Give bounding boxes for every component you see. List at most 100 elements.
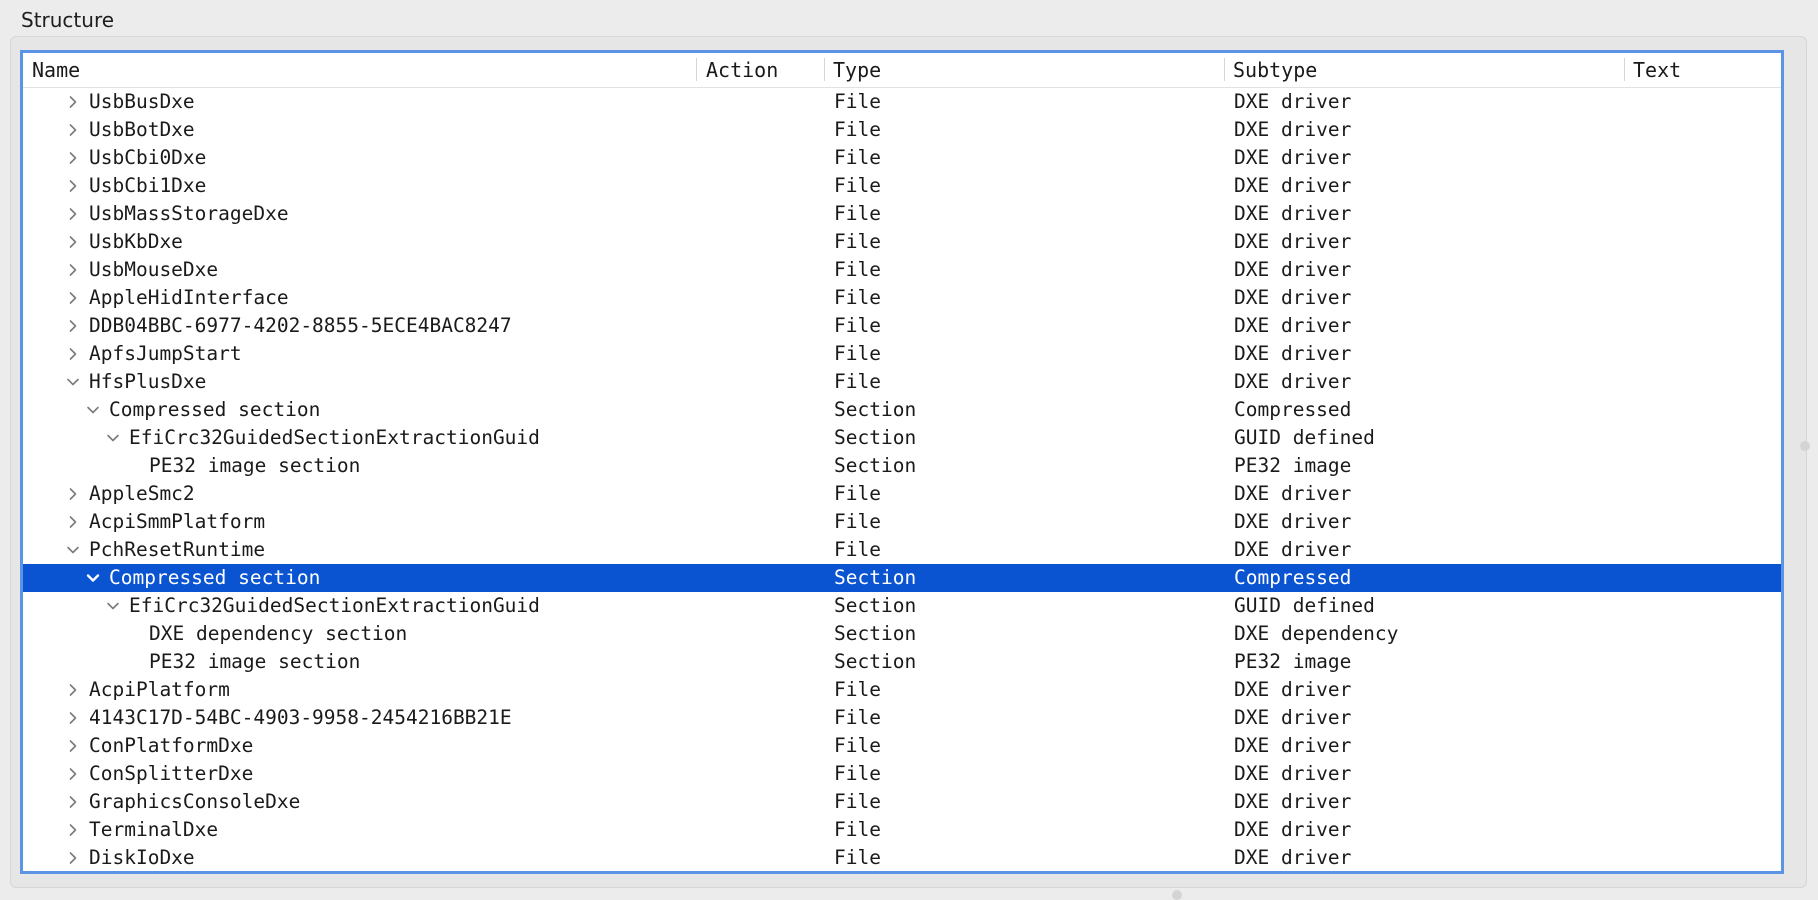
column-header-subtype[interactable]: Subtype — [1233, 53, 1317, 87]
chevron-right-icon[interactable] — [63, 200, 83, 228]
column-divider[interactable] — [696, 58, 697, 81]
tree-row[interactable]: TerminalDxe File DXE driver — [23, 816, 1781, 844]
tree-row[interactable]: UsbBusDxe File DXE driver — [23, 88, 1781, 116]
chevron-right-icon[interactable] — [63, 676, 83, 704]
chevron-right-icon[interactable] — [63, 144, 83, 172]
chevron-right-icon[interactable] — [63, 760, 83, 788]
chevron-right-icon[interactable] — [63, 116, 83, 144]
chevron-right-icon[interactable] — [63, 340, 83, 368]
row-name: DiskIoDxe — [89, 846, 195, 869]
row-name: PE32 image section — [149, 454, 361, 477]
chevron-right-icon[interactable] — [63, 704, 83, 732]
row-subtype: DXE driver — [1234, 846, 1352, 869]
splitter-handle[interactable] — [1800, 441, 1810, 451]
tree-row[interactable]: UsbCbi1Dxe File DXE driver — [23, 172, 1781, 200]
row-name: ApfsJumpStart — [89, 342, 242, 365]
row-subtype: DXE driver — [1234, 286, 1352, 309]
chevron-right-icon[interactable] — [63, 228, 83, 256]
chevron-down-icon[interactable] — [83, 564, 103, 592]
row-type: File — [834, 370, 881, 393]
row-name: AcpiSmmPlatform — [89, 510, 266, 533]
tree-row[interactable]: DXE dependency section Section DXE depende… — [23, 620, 1781, 648]
chevron-right-icon[interactable] — [63, 256, 83, 284]
row-type: Section — [834, 594, 917, 617]
tree-row[interactable]: AcpiPlatform File DXE driver — [23, 676, 1781, 704]
chevron-down-icon[interactable] — [63, 536, 83, 564]
column-divider[interactable] — [1624, 58, 1625, 81]
tree-row[interactable]: PE32 image section Section PE32 image — [23, 648, 1781, 676]
row-name: 4143C17D-54BC-4903-9958-2454216BB21E — [89, 706, 512, 729]
chevron-down-icon[interactable] — [83, 396, 103, 424]
tree-row[interactable]: 4143C17D-54BC-4903-9958-2454216BB21E File… — [23, 704, 1781, 732]
chevron-right-icon[interactable] — [63, 312, 83, 340]
chevron-down-icon[interactable] — [63, 368, 83, 396]
tree-row[interactable]: Compressed section Section Compressed — [23, 396, 1781, 424]
row-type: File — [834, 482, 881, 505]
row-type: Section — [834, 398, 917, 421]
chevron-right-icon[interactable] — [63, 88, 83, 116]
tree-row[interactable]: Compressed section Section Compressed — [23, 564, 1781, 592]
row-name: UsbKbDxe — [89, 230, 183, 253]
chevron-right-icon[interactable] — [63, 508, 83, 536]
row-type: File — [834, 678, 881, 701]
column-header-action[interactable]: Action — [706, 53, 778, 87]
tree-row[interactable]: GraphicsConsoleDxe File DXE driver — [23, 788, 1781, 816]
row-subtype: DXE driver — [1234, 202, 1352, 225]
tree-row[interactable]: AppleSmc2 File DXE driver — [23, 480, 1781, 508]
column-header-text[interactable]: Text — [1633, 53, 1681, 87]
tree-row[interactable]: DiskIoDxe File DXE driver — [23, 844, 1781, 871]
tree-row[interactable]: UsbCbi0Dxe File DXE driver — [23, 144, 1781, 172]
tree-row[interactable]: UsbMassStorageDxe File DXE driver — [23, 200, 1781, 228]
row-type: File — [834, 174, 881, 197]
chevron-down-icon[interactable] — [103, 424, 123, 452]
chevron-right-icon[interactable] — [63, 816, 83, 844]
chevron-right-icon[interactable] — [63, 788, 83, 816]
column-divider[interactable] — [824, 58, 825, 81]
structure-group-title: Structure — [21, 8, 115, 32]
row-subtype: DXE driver — [1234, 174, 1352, 197]
row-subtype: DXE driver — [1234, 230, 1352, 253]
row-subtype: DXE driver — [1234, 510, 1352, 533]
row-type: File — [834, 314, 881, 337]
chevron-right-icon[interactable] — [63, 732, 83, 760]
chevron-right-icon[interactable] — [63, 172, 83, 200]
column-header-type[interactable]: Type — [833, 53, 881, 87]
row-subtype: DXE driver — [1234, 482, 1352, 505]
tree-row[interactable]: UsbMouseDxe File DXE driver — [23, 256, 1781, 284]
tree-row[interactable]: HfsPlusDxe File DXE driver — [23, 368, 1781, 396]
row-subtype: DXE driver — [1234, 734, 1352, 757]
row-name: AppleHidInterface — [89, 286, 289, 309]
row-type: File — [834, 510, 881, 533]
tree-row[interactable]: ConPlatformDxe File DXE driver — [23, 732, 1781, 760]
tree-row[interactable]: UsbKbDxe File DXE driver — [23, 228, 1781, 256]
row-subtype: Compressed — [1234, 398, 1352, 421]
tree-row[interactable]: ApfsJumpStart File DXE driver — [23, 340, 1781, 368]
row-subtype: DXE driver — [1234, 118, 1352, 141]
tree-row[interactable]: DDB04BBC-6977-4202-8855-5ECE4BAC8247 File… — [23, 312, 1781, 340]
tree-row[interactable]: PE32 image section Section PE32 image — [23, 452, 1781, 480]
structure-tree-view[interactable]: Name Action Type Subtype Text UsbBusDxe F… — [20, 50, 1784, 874]
row-name: UsbCbi0Dxe — [89, 146, 207, 169]
tree-row[interactable]: UsbBotDxe File DXE driver — [23, 116, 1781, 144]
splitter-handle[interactable] — [1172, 890, 1182, 900]
row-subtype: GUID defined — [1234, 594, 1375, 617]
tree-row[interactable]: PchResetRuntime File DXE driver — [23, 536, 1781, 564]
row-type: File — [834, 342, 881, 365]
row-name: DDB04BBC-6977-4202-8855-5ECE4BAC8247 — [89, 314, 512, 337]
tree-row[interactable]: EfiCrc32GuidedSectionExtractionGuid Secti… — [23, 424, 1781, 452]
tree-row[interactable]: AppleHidInterface File DXE driver — [23, 284, 1781, 312]
column-divider[interactable] — [1224, 58, 1225, 81]
column-header-name[interactable]: Name — [32, 53, 80, 87]
chevron-right-icon[interactable] — [63, 480, 83, 508]
chevron-down-icon[interactable] — [103, 592, 123, 620]
row-type: File — [834, 734, 881, 757]
row-name: AppleSmc2 — [89, 482, 195, 505]
tree-row[interactable]: AcpiSmmPlatform File DXE driver — [23, 508, 1781, 536]
row-type: File — [834, 706, 881, 729]
chevron-right-icon[interactable] — [63, 844, 83, 871]
row-name: UsbMouseDxe — [89, 258, 219, 281]
tree-row[interactable]: EfiCrc32GuidedSectionExtractionGuid Secti… — [23, 592, 1781, 620]
chevron-right-icon[interactable] — [63, 284, 83, 312]
tree-row[interactable]: ConSplitterDxe File DXE driver — [23, 760, 1781, 788]
row-type: Section — [834, 566, 917, 589]
